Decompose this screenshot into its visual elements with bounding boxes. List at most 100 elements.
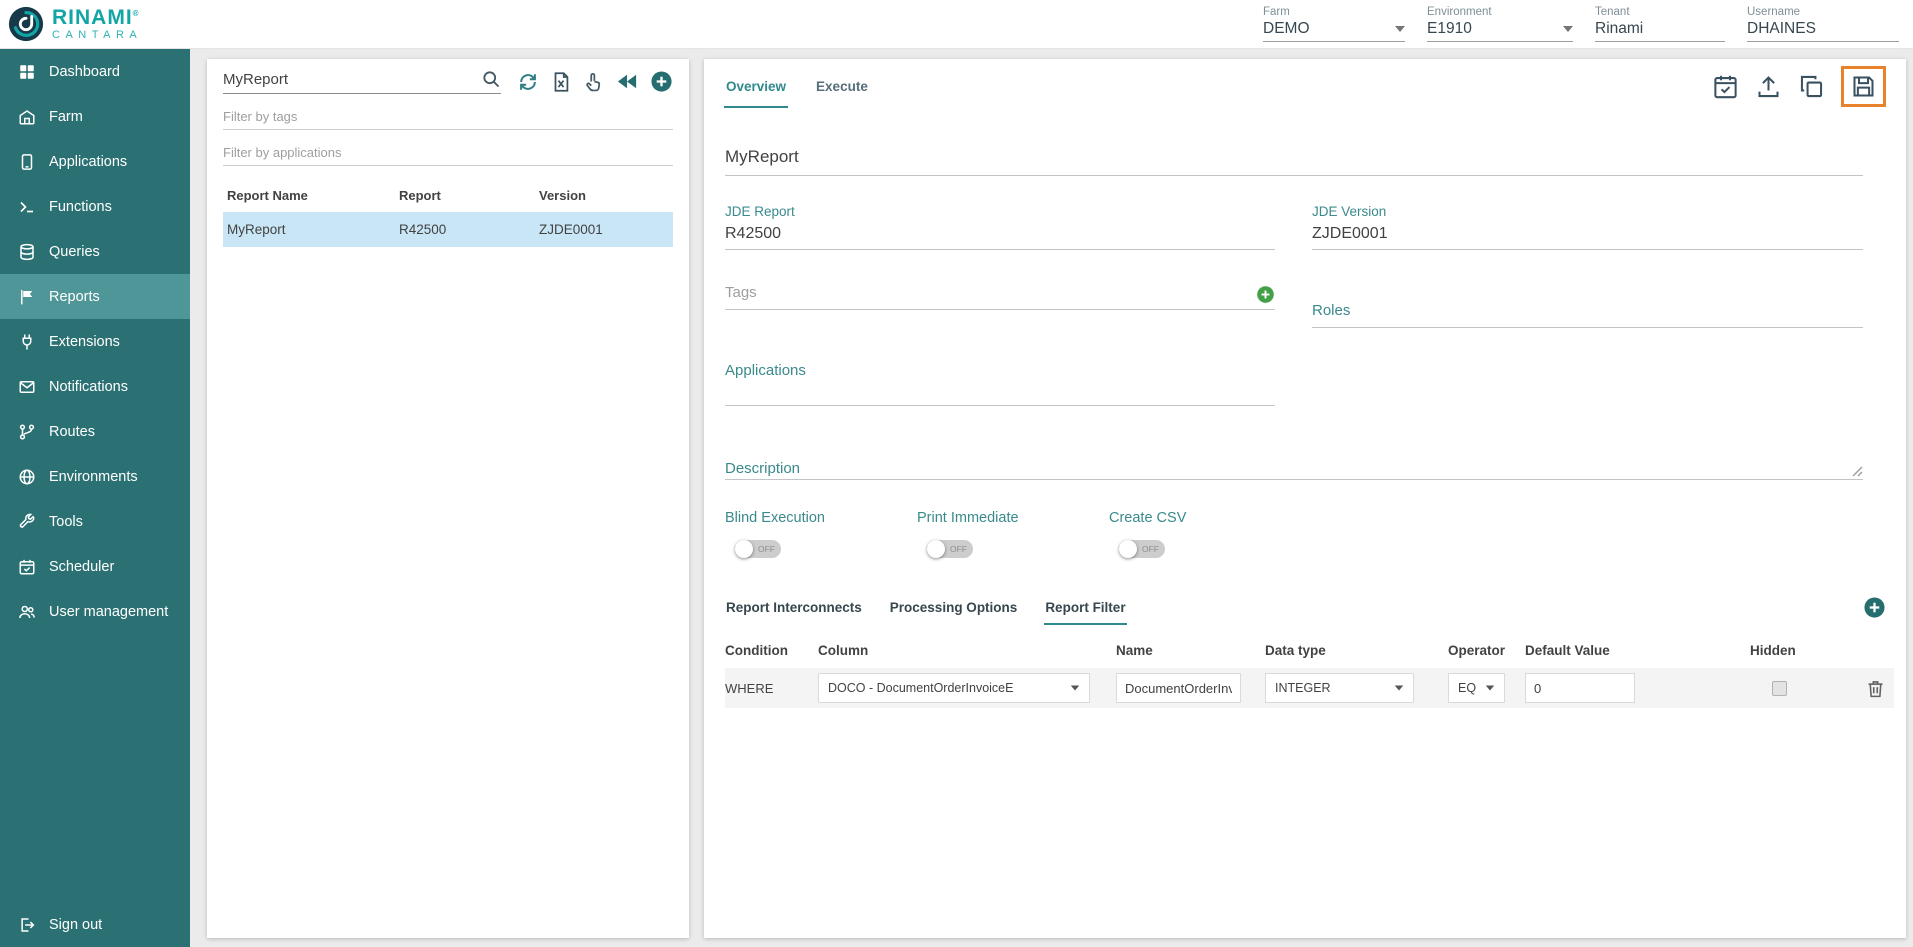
add-icon[interactable] — [650, 70, 673, 93]
condition-value: WHERE — [725, 681, 818, 696]
tags-field[interactable] — [725, 284, 1275, 310]
chevron-down-icon — [1486, 685, 1495, 690]
operator-select[interactable]: EQ — [1448, 673, 1505, 703]
report-detail-panel: Overview Execute MyReport JDE Report R42… — [704, 59, 1906, 938]
blind-execution-toggle[interactable]: OFF — [735, 540, 781, 558]
sidebar-item-queries[interactable]: Queries — [0, 229, 190, 274]
print-immediate-label: Print Immediate — [917, 510, 1109, 526]
environment-select[interactable]: Environment E1910 — [1427, 6, 1573, 42]
registered-mark: ® — [133, 9, 140, 18]
flag-icon — [18, 288, 36, 306]
row-report-name: MyReport — [227, 222, 399, 237]
subtab-processing-options[interactable]: Processing Options — [889, 596, 1019, 619]
filter-by-applications-input[interactable] — [223, 139, 673, 166]
toggle-knob — [735, 540, 753, 558]
database-icon — [18, 243, 36, 261]
col-report-name: Report Name — [227, 188, 399, 203]
sign-out-button[interactable]: Sign out — [0, 902, 190, 947]
upload-icon[interactable] — [1755, 73, 1782, 100]
logo-title: RINAMI® — [52, 7, 142, 28]
toggle-knob — [927, 540, 945, 558]
sidebar-item-tools[interactable]: Tools — [0, 499, 190, 544]
app-root: RINAMI® CANTARA Farm DEMO Environment E1… — [0, 0, 1913, 947]
toggle-state: OFF — [950, 540, 967, 558]
branch-icon — [18, 423, 36, 441]
subtab-report-interconnects[interactable]: Report Interconnects — [725, 596, 863, 619]
row-version: ZJDE0001 — [539, 222, 669, 237]
refresh-icon[interactable] — [517, 71, 539, 93]
subtab-report-filter[interactable]: Report Filter — [1044, 596, 1126, 619]
schedule-icon[interactable] — [1712, 73, 1739, 100]
sidebar-item-environments[interactable]: Environments — [0, 454, 190, 499]
tab-overview[interactable]: Overview — [724, 73, 788, 100]
col-operator: Operator — [1448, 635, 1525, 668]
chevron-down-icon[interactable] — [1563, 26, 1573, 32]
col-condition: Condition — [725, 635, 818, 668]
logout-icon — [18, 916, 36, 934]
default-value-input[interactable] — [1525, 673, 1635, 703]
tags-input[interactable] — [725, 284, 1256, 309]
sidebar-item-scheduler[interactable]: Scheduler — [0, 544, 190, 589]
terminal-icon — [18, 198, 36, 216]
create-csv-toggle[interactable]: OFF — [1119, 540, 1165, 558]
report-search-field[interactable] — [223, 69, 501, 94]
col-report: Report — [399, 188, 539, 203]
logo-subtitle: CANTARA — [52, 30, 142, 41]
username-label: Username — [1747, 6, 1899, 18]
column-select[interactable]: DOCO - DocumentOrderInvoiceE — [818, 673, 1090, 703]
tenant-label: Tenant — [1595, 6, 1725, 18]
sidebar-item-functions[interactable]: Functions — [0, 184, 190, 229]
sidebar-item-dashboard[interactable]: Dashboard — [0, 49, 190, 94]
sidebar-item-routes[interactable]: Routes — [0, 409, 190, 454]
copy-icon[interactable] — [1798, 73, 1825, 100]
sidebar-item-extensions[interactable]: Extensions — [0, 319, 190, 364]
filter-name-input[interactable] — [1116, 673, 1241, 703]
plug-icon — [18, 333, 36, 351]
jde-report-label: JDE Report — [725, 204, 1275, 219]
table-row[interactable]: MyReport R42500 ZJDE0001 — [223, 212, 673, 247]
toggle-knob — [1119, 540, 1137, 558]
reports-table-header: Report Name Report Version — [223, 182, 673, 212]
detail-tabs: Overview Execute — [704, 59, 1906, 113]
environment-label: Environment — [1427, 6, 1573, 18]
users-icon — [18, 603, 36, 621]
wrench-icon — [18, 513, 36, 531]
tenant-value: Rinami — [1595, 20, 1643, 38]
jde-version-field[interactable]: ZJDE0001 — [1312, 225, 1863, 250]
col-name: Name — [1116, 635, 1265, 668]
col-version: Version — [539, 188, 669, 203]
tab-execute[interactable]: Execute — [814, 73, 870, 100]
session-fields: Farm DEMO Environment E1910 Tenant Rinam… — [1241, 6, 1913, 42]
filter-table-header: Condition Column Name Data type Operator… — [725, 635, 1894, 668]
hidden-checkbox[interactable] — [1772, 681, 1787, 696]
search-icon[interactable] — [481, 69, 501, 89]
create-csv-label: Create CSV — [1109, 510, 1301, 526]
hand-pointer-icon[interactable] — [583, 71, 605, 93]
rewind-icon[interactable] — [616, 70, 639, 93]
sidebar-item-applications[interactable]: Applications — [0, 139, 190, 184]
filter-table-row: WHERE DOCO - DocumentOrderInvoiceE INTEG… — [725, 668, 1894, 708]
sidebar-nav: Dashboard Farm Applications Functions Qu… — [0, 49, 190, 947]
sidebar-item-reports[interactable]: Reports — [0, 274, 190, 319]
sidebar-item-notifications[interactable]: Notifications — [0, 364, 190, 409]
delete-filter-icon[interactable] — [1865, 678, 1886, 699]
add-tag-icon[interactable] — [1256, 285, 1275, 304]
sidebar-item-farm[interactable]: Farm — [0, 94, 190, 139]
resize-handle-icon[interactable] — [1851, 465, 1863, 477]
data-type-select[interactable]: INTEGER — [1265, 673, 1414, 703]
roles-field[interactable]: Roles — [1312, 284, 1863, 328]
envelope-icon — [18, 378, 36, 396]
chevron-down-icon[interactable] — [1395, 26, 1405, 32]
add-filter-icon[interactable] — [1863, 596, 1886, 619]
jde-report-field[interactable]: R42500 — [725, 225, 1275, 250]
sidebar-item-user-management[interactable]: User management — [0, 589, 190, 634]
print-immediate-toggle[interactable]: OFF — [927, 540, 973, 558]
farm-select[interactable]: Farm DEMO — [1263, 6, 1405, 42]
excel-export-icon[interactable] — [550, 71, 572, 93]
report-search-input[interactable] — [223, 71, 481, 88]
applications-field[interactable]: Applications — [725, 362, 1275, 406]
report-name-field[interactable]: MyReport — [725, 147, 1863, 176]
description-field[interactable]: Description — [725, 460, 1863, 480]
save-icon[interactable] — [1850, 73, 1877, 100]
filter-by-tags-input[interactable] — [223, 103, 673, 130]
